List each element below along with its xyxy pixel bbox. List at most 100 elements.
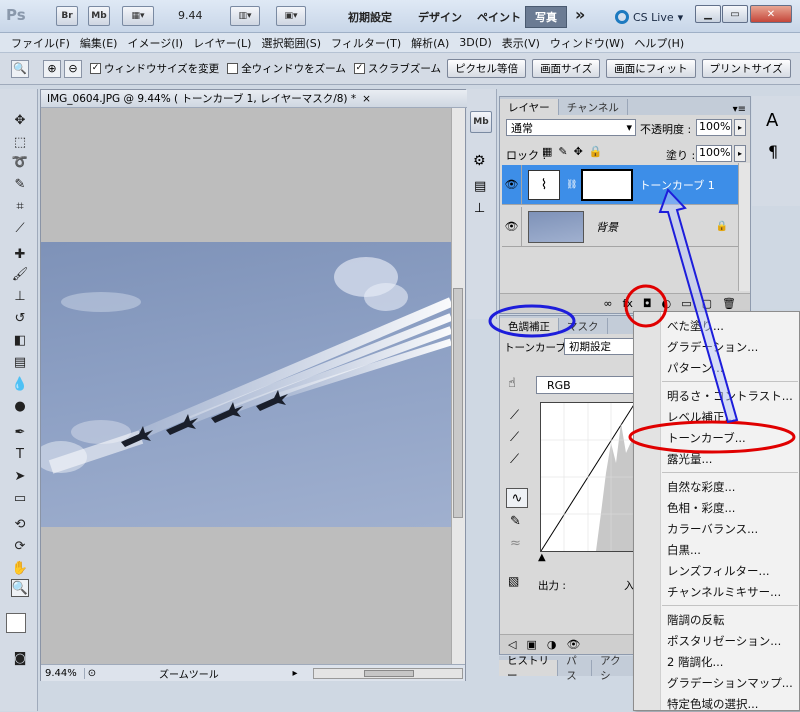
type-tool-icon[interactable]: T [11,445,29,463]
smooth-curve-icon[interactable]: ≈ [510,536,521,551]
shape-tool-icon[interactable]: ▭ [11,489,29,507]
zoom-tool-icon[interactable]: 🔍 [11,579,29,597]
zoom-in-icon[interactable]: ⊕ [43,59,61,78]
black-input-slider-icon[interactable]: ▲ [538,552,546,563]
layer-row-background[interactable]: 👁 背景 🔒 [502,206,738,247]
quick-select-tool-icon[interactable]: ✎ [11,175,29,193]
back-icon[interactable]: ◁ [508,638,516,651]
menu-filter[interactable]: フィルター(T) [326,35,406,51]
workspace-essentials[interactable]: 初期設定 [348,9,392,25]
menu-pattern[interactable]: パターン... [667,360,723,376]
opacity-input[interactable]: 100% [696,119,732,136]
fill-slider-icon[interactable]: ▸ [734,145,746,162]
gray-point-eyedropper-icon[interactable]: ⟋ [510,430,519,445]
bridge-button[interactable]: Br [56,6,78,26]
horizontal-scrollbar[interactable] [313,667,463,679]
quick-mask-icon[interactable]: ◙ [11,649,29,667]
menu-brightness-contrast[interactable]: 明るさ・コントラスト... [667,388,793,404]
paragraph-panel-icon[interactable]: ¶ [768,142,778,161]
close-document-icon[interactable]: × [362,93,371,105]
visibility-eye-icon[interactable]: 👁 [502,164,522,205]
menu-help[interactable]: ヘルプ(H) [629,35,689,51]
menu-vibrance[interactable]: 自然な彩度... [667,479,735,495]
mini-bridge-panel-icon[interactable]: Mb [470,111,492,133]
gradient-tool-icon[interactable]: ▤ [11,353,29,371]
workspace-paint[interactable]: ペイント [477,9,521,25]
new-group-icon[interactable]: ▭ [681,297,691,310]
blur-tool-icon[interactable]: 💧 [11,375,29,393]
arrange-documents-button[interactable]: ▥▾ [230,6,260,26]
visibility-eye-icon[interactable]: 👁 [502,206,522,247]
new-adjustment-layer-icon[interactable]: ◐ [662,297,672,310]
zoom-level[interactable]: 9.44 [178,9,203,22]
menu-curves[interactable]: トーンカーブ... [667,430,746,446]
3d-rotate-icon[interactable]: ⟲ [11,515,29,533]
status-menu-arrow-icon[interactable]: ▸ [287,668,303,679]
cs-live-button[interactable]: CS Live ▾ [615,7,683,27]
actions-panel-icon[interactable]: ⊥ [474,201,485,216]
zoom-all-checkbox[interactable]: 全ウィンドウをズーム [227,61,346,76]
white-point-eyedropper-icon[interactable]: ⟋ [510,452,519,467]
menu-view[interactable]: 表示(V) [497,35,545,51]
add-mask-icon[interactable]: ◘ [643,297,652,310]
layers-scrollbar[interactable] [738,163,750,291]
eyedropper-tool-icon[interactable]: ⟋ [11,219,29,237]
image-canvas[interactable] [41,242,451,527]
lock-icons[interactable]: ▦✎✥🔒 [542,145,609,158]
clip-to-layer-icon[interactable]: ◑ [547,638,557,651]
layer-style-icon[interactable]: fx [623,297,633,310]
scrubby-zoom-checkbox[interactable]: ✓ スクラブズーム [353,61,441,76]
character-panel-icon[interactable]: A [766,110,778,131]
menu-threshold[interactable]: 2 階調化... [667,654,723,670]
clone-source-icon[interactable]: ▤ [474,179,486,194]
pen-tool-icon[interactable]: ✒ [11,423,29,441]
menu-select[interactable]: 選択範囲(S) [256,35,326,51]
status-info-icon[interactable]: ⊙ [85,668,99,679]
menu-photo-filter[interactable]: レンズフィルター... [667,563,770,579]
targeted-adjust-icon[interactable]: ☝ [508,376,516,391]
preset-select[interactable]: 初期設定 [564,338,636,355]
menu-layer[interactable]: レイヤー(L) [188,35,256,51]
curves-graph[interactable] [540,402,636,552]
status-zoom[interactable]: 9.44% [41,667,85,679]
menu-invert[interactable]: 階調の反転 [667,612,725,628]
fit-screen-button[interactable]: 画面サイズ [532,59,601,78]
menu-solid-color[interactable]: べた塗り... [667,318,724,334]
screen-mode-button[interactable]: ▣▾ [276,6,306,26]
vertical-scrollbar[interactable] [451,108,465,664]
menu-color-balance[interactable]: カラーバランス... [667,521,758,537]
scrollbar-thumb[interactable] [453,288,463,518]
menu-hue-saturation[interactable]: 色相・彩度... [667,500,735,516]
zoom-tool-preset-icon[interactable]: 🔍 [11,59,29,78]
fill-screen-button[interactable]: 画面にフィット [606,59,696,78]
tab-paths[interactable]: パス [558,655,593,682]
clone-stamp-icon[interactable]: ⊥ [11,287,29,305]
hand-tool-icon[interactable]: ✋ [11,559,29,577]
foreground-color-swatch[interactable] [6,613,26,633]
menu-image[interactable]: イメージ(I) [122,35,188,51]
menu-3d[interactable]: 3D(D) [454,36,497,49]
layer-row-curves[interactable]: 👁 ⌇ ⛓ トーンカーブ 1 [502,164,738,205]
blend-mode-select[interactable]: 通常 ▾ [506,119,636,136]
menu-channel-mixer[interactable]: チャンネルミキサー... [667,584,781,600]
zoom-out-icon[interactable]: ⊖ [64,59,82,78]
menu-window[interactable]: ウィンドウ(W) [545,35,629,51]
minimize-button[interactable]: ▁ [695,5,721,23]
path-select-icon[interactable]: ➤ [11,467,29,485]
clipping-icon[interactable]: ▧ [508,574,519,588]
menu-levels[interactable]: レベル補正... [667,409,735,425]
brush-tool-icon[interactable]: 🖌 [11,265,29,283]
link-layers-icon[interactable]: ∞ [603,297,612,310]
mini-bridge-button[interactable]: Mb [88,6,110,26]
new-layer-icon[interactable]: ▢ [702,297,712,310]
opacity-slider-icon[interactable]: ▸ [734,119,746,136]
healing-brush-icon[interactable]: ✚ [11,245,29,263]
tab-actions[interactable]: アクシ [592,655,634,682]
marquee-tool-icon[interactable]: ⬚ [11,133,29,151]
view-extras-button[interactable]: ▦▾ [122,6,154,26]
menu-edit[interactable]: 編集(E) [75,35,123,51]
tab-layers[interactable]: レイヤー [500,99,559,115]
actual-pixels-button[interactable]: ピクセル等倍 [447,59,527,78]
h-scrollbar-thumb[interactable] [364,669,414,677]
workspace-photo[interactable]: 写真 [525,6,567,28]
